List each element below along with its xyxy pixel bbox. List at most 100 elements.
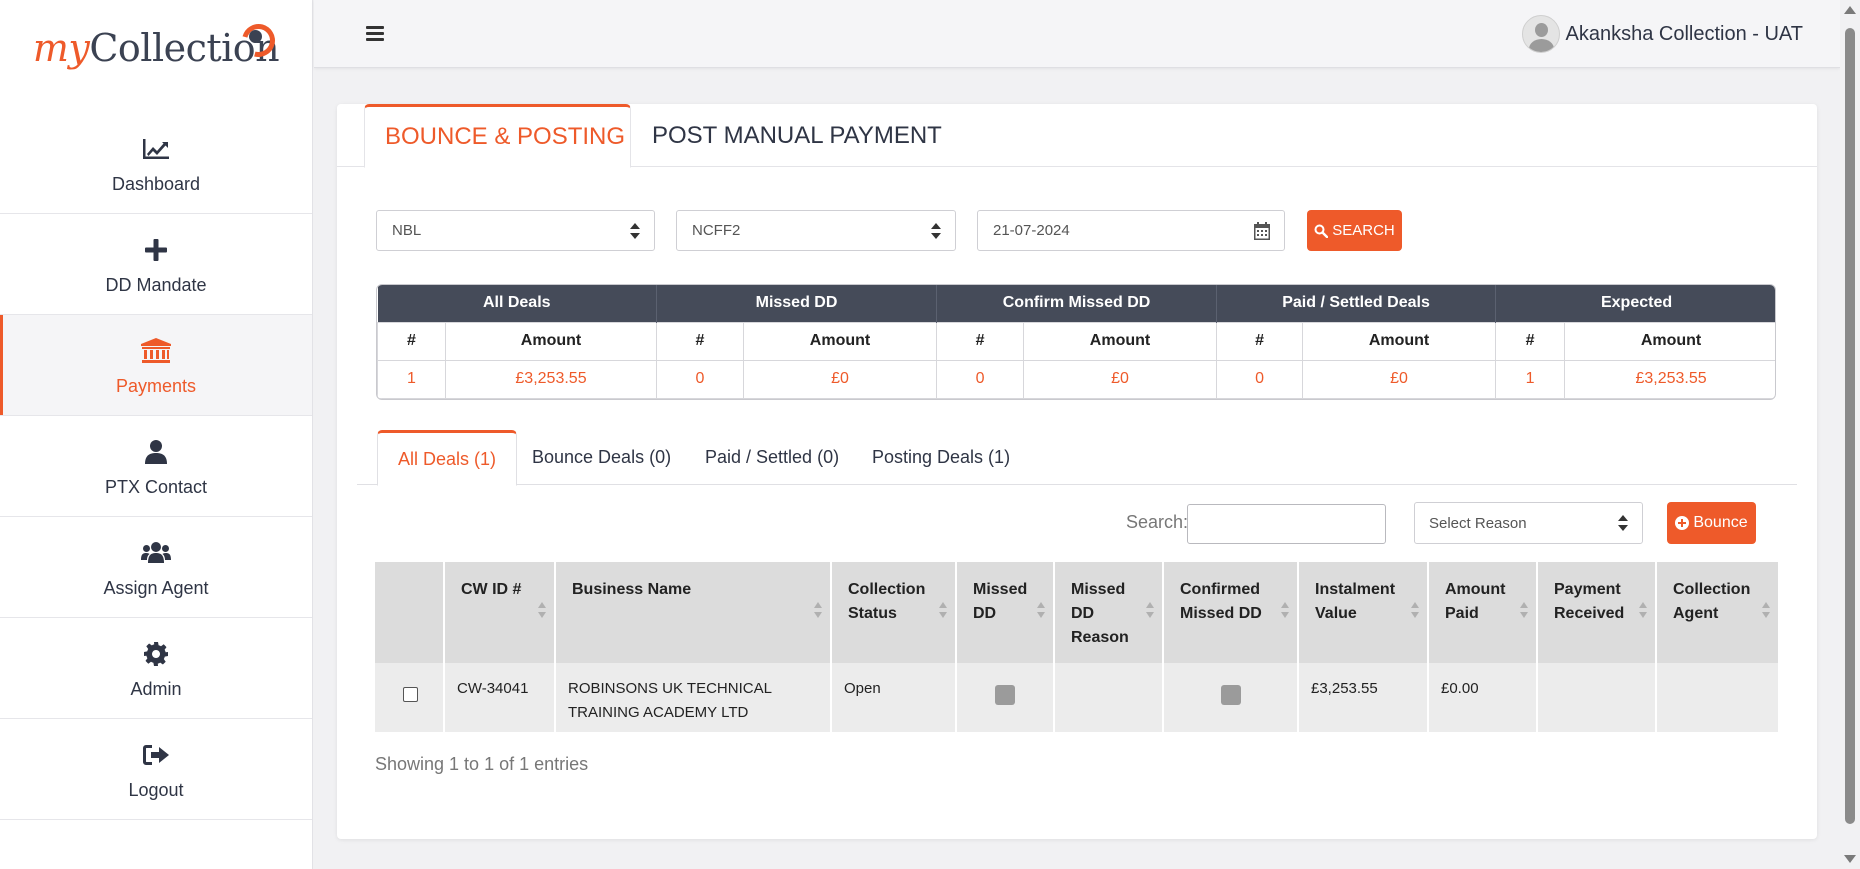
tab-all-deals[interactable]: All Deals (1) (377, 430, 518, 486)
deal-tabs: All Deals (1) Bounce Deals (0) Paid / Se… (357, 430, 1797, 486)
cell-missed-dd (956, 663, 1055, 732)
column-header-missed-dd[interactable]: Missed DD (956, 562, 1055, 663)
summary-amount-confirm-missed-dd: £0 (1023, 359, 1218, 399)
tab-paid-settled[interactable]: Paid / Settled (0) (705, 430, 839, 485)
summary-amount-header: Amount (1302, 321, 1497, 361)
column-header-collection-agent[interactable]: Collection Agent (1656, 562, 1780, 663)
cell-payment-received (1537, 663, 1657, 732)
sidebar-item-label: Admin (130, 678, 182, 699)
sort-icon (1281, 602, 1289, 618)
tab-post-manual-payment[interactable]: POST MANUAL PAYMENT (652, 104, 942, 167)
sidebar-item-label: Assign Agent (103, 577, 209, 598)
payments-card: BOUNCE & POSTING POST MANUAL PAYMENT NBL… (337, 104, 1817, 839)
summary-amount-header: Amount (742, 321, 938, 361)
product-select[interactable]: NCFF2 (676, 210, 956, 251)
sort-icon (1146, 602, 1154, 618)
column-header-instalment-value[interactable]: Instalment Value (1298, 562, 1429, 663)
summary-count-confirm-missed-dd[interactable]: 0 (936, 359, 1025, 399)
summary-amount-missed-dd: £0 (742, 359, 938, 399)
scroll-down-icon[interactable] (1844, 855, 1856, 863)
cell-instalment-value: £3,253.55 (1298, 663, 1429, 732)
reason-select[interactable]: Select Reason (1414, 502, 1643, 544)
summary-amount-expected: £3,253.55 (1564, 359, 1775, 399)
sidebar-item-ptx-contact[interactable]: PTX Contact (0, 416, 312, 517)
sort-icon (814, 602, 822, 618)
calendar-icon[interactable] (1253, 221, 1271, 245)
sidebar-item-label: Payments (115, 375, 197, 396)
row-checkbox[interactable] (403, 687, 418, 702)
tab-bounce-deals[interactable]: Bounce Deals (0) (532, 430, 671, 485)
lender-select-value: NBL (392, 222, 422, 239)
table-info: Showing 1 to 1 of 1 entries (375, 754, 589, 774)
plus-icon (145, 233, 167, 267)
table-search-input[interactable] (1187, 504, 1386, 544)
summary-count-all-deals[interactable]: 1 (377, 359, 446, 399)
summary-count-paid-settled[interactable]: 0 (1216, 359, 1304, 399)
sidebar-item-dashboard[interactable]: Dashboard (0, 113, 312, 214)
sidebar-item-logout[interactable]: Logout (0, 719, 312, 820)
reason-select-value: Select Reason (1429, 514, 1527, 532)
user-menu[interactable]: Akanksha Collection - UAT (1521, 15, 1803, 53)
sidebar-item-label: Logout (128, 779, 184, 800)
tab-posting-deals[interactable]: Posting Deals (1) (872, 430, 1010, 485)
product-select-value: NCFF2 (692, 222, 741, 239)
menu-toggle-icon[interactable] (366, 26, 384, 42)
column-header-amount-paid[interactable]: Amount Paid (1428, 562, 1538, 663)
logo-dot-icon (249, 30, 262, 43)
sidebar-item-admin[interactable]: Admin (0, 618, 312, 719)
top-bar: Akanksha Collection - UAT (314, 0, 1840, 68)
sidebar: myCollection Dashboard DD Mandate Paymen… (0, 0, 313, 869)
date-input-value: 21-07-2024 (993, 222, 1070, 239)
bounce-button[interactable]: Bounce (1667, 502, 1756, 544)
sidebar-item-payments[interactable]: Payments (0, 315, 312, 416)
column-header-collection-status[interactable]: Collection Status (831, 562, 957, 663)
summary-count-header: # (1495, 321, 1566, 361)
lender-select[interactable]: NBL (376, 210, 655, 251)
bounce-button-label: Bounce (1693, 514, 1748, 531)
summary-count-header: # (936, 321, 1025, 361)
scroll-up-icon[interactable] (1844, 6, 1856, 14)
column-header-cw-id[interactable]: CW ID # (444, 562, 556, 663)
summary-count-expected[interactable]: 1 (1495, 359, 1566, 399)
summary-header-all-deals: All Deals (377, 285, 657, 322)
select-arrows-icon (1618, 515, 1628, 531)
summary-amount-paid-settled: £0 (1302, 359, 1497, 399)
table-search-label: Search: (1126, 512, 1189, 532)
summary-count-header: # (377, 321, 446, 361)
search-button[interactable]: SEARCH (1307, 210, 1402, 251)
summary-count-missed-dd[interactable]: 0 (656, 359, 744, 399)
gear-icon (144, 637, 168, 671)
table-row: CW-34041 ROBINSONS UK TECHNICAL TRAINING… (375, 663, 1780, 732)
sidebar-item-assign-agent[interactable]: Assign Agent (0, 517, 312, 618)
sidebar-item-dd-mandate[interactable]: DD Mandate (0, 214, 312, 315)
column-header-confirmed-missed-dd[interactable]: Confirmed Missed DD (1163, 562, 1299, 663)
summary-header-missed-dd: Missed DD (656, 285, 938, 322)
sidebar-item-label: PTX Contact (104, 476, 208, 497)
sort-icon (939, 602, 947, 618)
column-header-missed-dd-reason[interactable]: Missed DD Reason (1054, 562, 1164, 663)
missed-dd-checkbox (995, 685, 1015, 705)
date-input[interactable]: 21-07-2024 (977, 210, 1285, 251)
sort-icon (1037, 602, 1045, 618)
select-arrows-icon (931, 223, 941, 239)
sidebar-nav: Dashboard DD Mandate Payments PTX Contac… (0, 113, 312, 820)
logo[interactable]: myCollection (0, 0, 312, 100)
cell-confirmed-missed-dd (1163, 663, 1299, 732)
sort-icon (1639, 602, 1647, 618)
summary-count-header: # (1216, 321, 1304, 361)
select-all-header (375, 562, 445, 663)
summary-amount-header: Amount (445, 321, 657, 361)
sort-icon (538, 602, 546, 618)
scrollbar-thumb[interactable] (1845, 28, 1855, 824)
column-header-business-name[interactable]: Business Name (555, 562, 832, 663)
tab-bounce-posting[interactable]: BOUNCE & POSTING (364, 104, 631, 168)
cell-business-name: ROBINSONS UK TECHNICAL TRAINING ACADEMY … (555, 663, 832, 732)
select-arrows-icon (630, 223, 640, 239)
sort-icon (1411, 602, 1419, 618)
users-icon (141, 536, 171, 570)
column-header-payment-received[interactable]: Payment Received (1537, 562, 1657, 663)
summary-header-confirm-missed-dd: Confirm Missed DD (936, 285, 1218, 322)
page-scrollbar[interactable] (1840, 0, 1860, 869)
summary-amount-all-deals: £3,253.55 (445, 359, 657, 399)
chart-line-icon (141, 132, 171, 166)
